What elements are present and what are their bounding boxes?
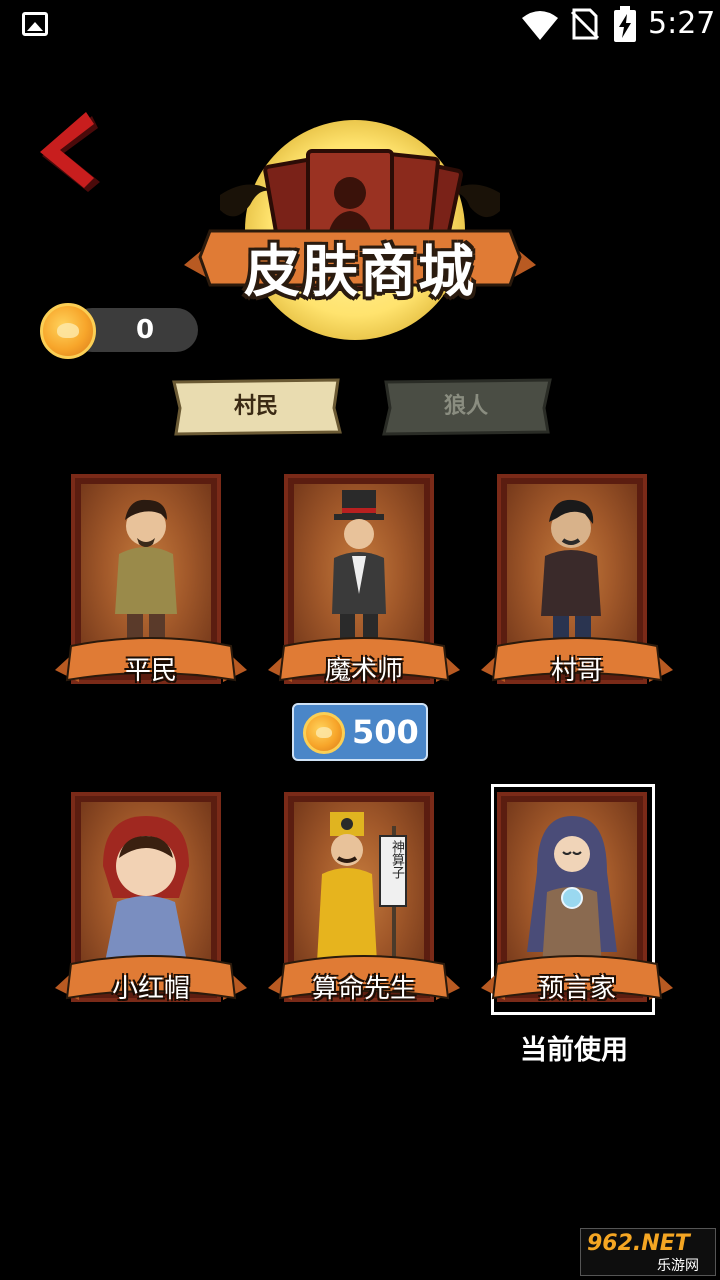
skin-name: 算命先生 <box>311 974 416 1004</box>
skin-card-fortune-teller[interactable]: 神算子 算命先生 <box>266 792 462 1014</box>
watermark-sub: 乐游网 <box>657 1258 699 1274</box>
buy-price-button[interactable]: 500 <box>292 703 428 761</box>
wifi-icon <box>522 11 558 40</box>
coin-icon <box>40 303 96 359</box>
chevron-left-icon <box>40 112 100 192</box>
tab-villager-label: 村民 <box>233 394 278 419</box>
skin-name: 小红帽 <box>111 974 190 1004</box>
clock: 5:27 <box>648 6 716 41</box>
skin-card-seer[interactable]: 预言家 <box>479 792 675 1014</box>
back-button[interactable] <box>30 108 110 198</box>
coin-icon <box>303 712 345 754</box>
price-amount: 500 <box>352 713 419 751</box>
skin-card-village-brother[interactable]: 村哥 <box>479 474 675 696</box>
skin-card-red-riding-hood[interactable]: 小红帽 <box>53 792 249 1014</box>
tab-villager[interactable]: 村民 <box>170 378 342 436</box>
skin-name: 平民 <box>124 656 177 686</box>
tab-werewolf[interactable]: 狼人 <box>380 378 552 436</box>
gallery-icon <box>22 12 48 36</box>
watermark-brand: 962.NET <box>587 1231 690 1256</box>
shop-emblem: 皮肤商城 <box>180 115 540 345</box>
skin-name: 魔术师 <box>324 656 403 686</box>
no-sim-icon <box>570 8 600 40</box>
coin-balance: 0 <box>40 303 198 359</box>
skin-card-civilian[interactable]: 平民 <box>53 474 249 696</box>
status-bar: 5:27 <box>0 0 720 50</box>
current-use-label: 当前使用 <box>520 1035 628 1066</box>
coin-count: 0 <box>135 315 155 345</box>
page-title: 皮肤商城 <box>244 240 476 305</box>
skin-card-magician[interactable]: 魔术师 <box>266 474 462 696</box>
skin-name: 预言家 <box>537 974 616 1004</box>
skin-name: 村哥 <box>550 656 603 686</box>
watermark-logo: 962.NET 乐游网 <box>580 1228 716 1276</box>
tab-werewolf-label: 狼人 <box>443 394 488 419</box>
fortune-banner-text: 神算子 <box>389 840 404 879</box>
battery-charging-icon <box>614 6 636 42</box>
